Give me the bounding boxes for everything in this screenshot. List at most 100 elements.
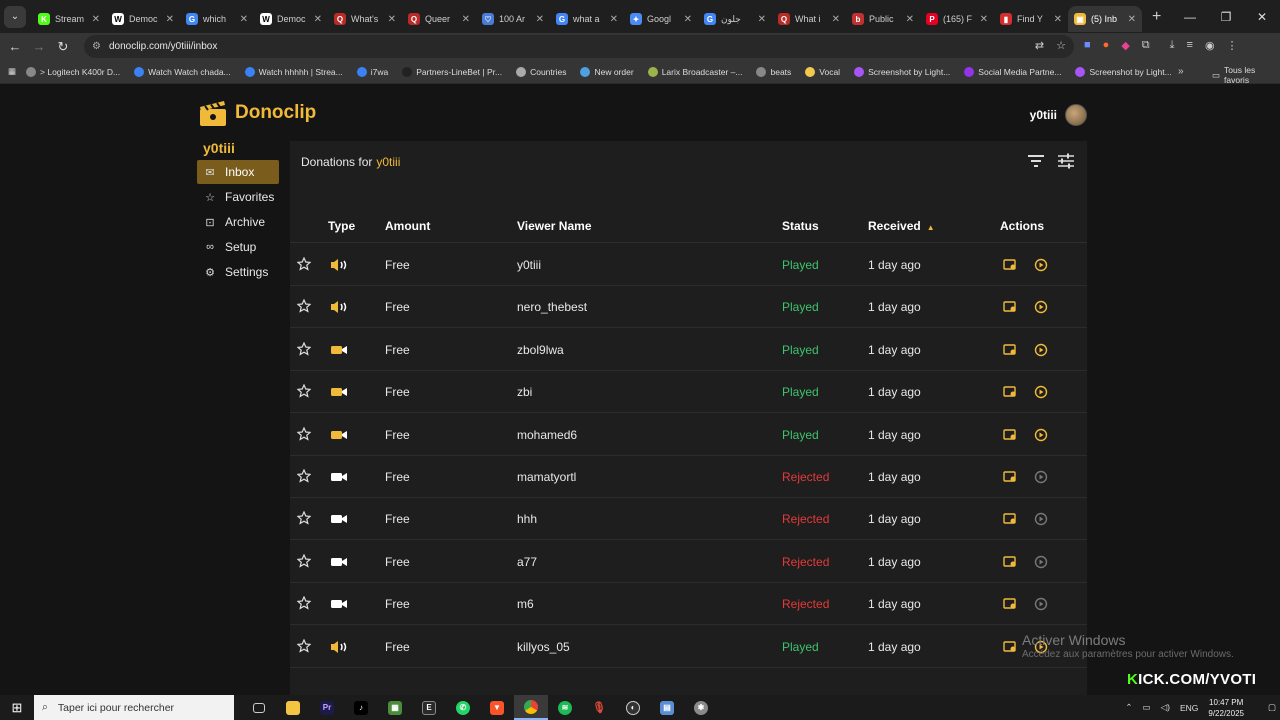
translate-icon[interactable]: ⇄: [1035, 39, 1044, 52]
browser-tab[interactable]: b Public ✕: [846, 6, 920, 32]
tab-close-icon[interactable]: ✕: [462, 14, 470, 25]
tab-close-icon[interactable]: ✕: [166, 14, 174, 25]
table-row[interactable]: Free mamatyortl Rejected 1 day ago: [290, 456, 1087, 498]
table-row[interactable]: Free a77 Rejected 1 day ago: [290, 541, 1087, 583]
media-preview-icon[interactable]: [1003, 640, 1017, 653]
tab-close-icon[interactable]: ✕: [906, 14, 914, 25]
media-preview-icon[interactable]: [1003, 258, 1017, 271]
table-row[interactable]: Free mohamed6 Played 1 day ago: [290, 414, 1087, 456]
browser-tab[interactable]: ▮ Find Y ✕: [994, 6, 1068, 32]
tiktok-icon[interactable]: ♪: [344, 695, 378, 720]
windows-start-icon[interactable]: ⊞: [0, 700, 34, 716]
address-bar[interactable]: ⚙ donoclip.com/y0tiii/inbox ⇄ ☆: [84, 35, 1074, 58]
new-tab-button[interactable]: +: [1152, 8, 1161, 26]
favorite-star-icon[interactable]: [297, 553, 311, 568]
browser-tab[interactable]: Q What i ✕: [772, 6, 846, 32]
browser-tab[interactable]: ♡ 100 Ar ✕: [476, 6, 550, 32]
bookmark-item[interactable]: Screenshot by Light...: [854, 66, 950, 77]
browser-tab[interactable]: Gwhich ✕: [180, 6, 254, 32]
browser-tab[interactable]: Q Queer ✕: [402, 6, 476, 32]
table-row[interactable]: Free nero_thebest Played 1 day ago: [290, 286, 1087, 329]
taskbar-search[interactable]: ⌕ Taper ici pour rechercher: [34, 695, 234, 720]
epic-games-icon[interactable]: E: [412, 695, 446, 720]
site-info-icon[interactable]: ⚙: [92, 41, 101, 52]
network-icon[interactable]: ▭: [1143, 702, 1151, 713]
bookmark-star-icon[interactable]: ☆: [1056, 39, 1066, 52]
bookmark-item[interactable]: Vocal: [805, 66, 840, 77]
table-row[interactable]: Free hhh Rejected 1 day ago: [290, 498, 1087, 541]
media-preview-icon[interactable]: [1003, 385, 1017, 398]
favorite-star-icon[interactable]: [297, 257, 311, 271]
bookmarks-overflow-icon[interactable]: »: [1178, 66, 1184, 77]
bookmark-item[interactable]: Social Media Partne...: [964, 66, 1061, 77]
bookmark-item[interactable]: Screenshot by Light...: [1075, 66, 1172, 77]
volume-icon[interactable]: ◁): [1161, 702, 1170, 713]
tab-close-icon[interactable]: ✕: [980, 14, 988, 25]
bookmark-item[interactable]: Watch hhhhh | Strea...: [244, 66, 343, 77]
favorite-star-icon[interactable]: [297, 596, 311, 610]
bookmark-item[interactable]: i7wa: [356, 66, 388, 77]
spreadsheet-icon[interactable]: ▦: [378, 695, 412, 720]
table-row[interactable]: Free zbi Played 1 day ago: [290, 371, 1087, 414]
brave-icon[interactable]: ▼: [480, 695, 514, 720]
favorite-star-icon[interactable]: [297, 638, 311, 653]
tab-close-icon[interactable]: ✕: [758, 14, 766, 25]
sidebar-item-inbox[interactable]: ✉ Inbox: [197, 160, 279, 184]
tab-close-icon[interactable]: ✕: [388, 14, 396, 25]
profile-icon[interactable]: ◉: [1205, 39, 1215, 52]
media-preview-icon[interactable]: [1003, 470, 1017, 483]
task-view-icon[interactable]: [242, 695, 276, 720]
filter-icon[interactable]: [1027, 153, 1045, 169]
tab-close-icon[interactable]: ✕: [536, 14, 544, 25]
favorite-star-icon[interactable]: [297, 426, 311, 441]
forward-button[interactable]: →: [27, 39, 51, 54]
browser-tab[interactable]: Gwhat a ✕: [550, 6, 624, 32]
media-preview-icon[interactable]: [1003, 597, 1017, 610]
file-explorer-icon[interactable]: [276, 695, 310, 720]
tab-close-icon[interactable]: ✕: [1054, 14, 1062, 25]
back-button[interactable]: ←: [3, 39, 27, 54]
tab-close-icon[interactable]: ✕: [92, 14, 100, 25]
replay-icon[interactable]: [1034, 597, 1048, 611]
clock[interactable]: 10:47 PM 9/22/2025: [1208, 697, 1244, 719]
replay-icon[interactable]: [1034, 555, 1048, 569]
browser-tab[interactable]: W Democ ✕: [254, 6, 328, 32]
whatsapp-icon[interactable]: ✆: [446, 695, 480, 720]
col-received[interactable]: Received ▲: [868, 219, 935, 233]
col-viewer[interactable]: Viewer Name: [517, 219, 592, 233]
bookmark-item[interactable]: beats: [756, 66, 791, 77]
browser-tab[interactable]: K Stream ✕: [32, 6, 106, 32]
sidebar-item-settings[interactable]: ⚙ Settings: [197, 260, 279, 284]
maximize-button[interactable]: ❐: [1208, 10, 1244, 24]
media-preview-icon[interactable]: [1003, 300, 1017, 313]
extension-icon[interactable]: ◆: [1121, 39, 1129, 52]
sidebar-item-archive[interactable]: ⊡ Archive: [197, 210, 279, 234]
replay-icon[interactable]: [1034, 470, 1048, 484]
premiere-icon[interactable]: Pr: [310, 695, 344, 720]
extension-icon[interactable]: ■: [1084, 39, 1091, 52]
replay-icon[interactable]: [1034, 343, 1048, 357]
brand-logo[interactable]: Donoclip: [197, 97, 316, 129]
favorite-star-icon[interactable]: [297, 384, 311, 398]
favorite-star-icon[interactable]: [297, 511, 311, 526]
language-indicator[interactable]: ENG: [1180, 703, 1198, 713]
bookmark-item[interactable]: Countries: [516, 66, 566, 77]
tab-groups-icon[interactable]: ≡: [1187, 39, 1193, 52]
minimize-button[interactable]: —: [1172, 10, 1208, 24]
apps-grid-icon[interactable]: ▦: [8, 66, 16, 77]
replay-icon[interactable]: [1034, 385, 1048, 399]
all-bookmarks-folder[interactable]: ▭ Tous les favoris: [1212, 65, 1280, 85]
close-window-button[interactable]: ✕: [1244, 10, 1280, 24]
favorite-star-icon[interactable]: [297, 469, 311, 483]
extension-icon[interactable]: ●: [1103, 39, 1110, 52]
tab-close-icon[interactable]: ✕: [314, 14, 322, 25]
tab-close-icon[interactable]: ✕: [610, 14, 618, 25]
tab-close-icon[interactable]: ✕: [684, 14, 692, 25]
tab-close-icon[interactable]: ✕: [240, 14, 248, 25]
table-row[interactable]: Free zbol9lwa Played 1 day ago: [290, 329, 1087, 371]
sidebar-item-favorites[interactable]: ☆ Favorites: [197, 185, 279, 209]
browser-tab[interactable]: ✦ Googl ✕: [624, 6, 698, 32]
col-type[interactable]: Type: [328, 219, 355, 233]
browser-tab[interactable]: W Democ ✕: [106, 6, 180, 32]
chrome-icon[interactable]: [514, 695, 548, 720]
